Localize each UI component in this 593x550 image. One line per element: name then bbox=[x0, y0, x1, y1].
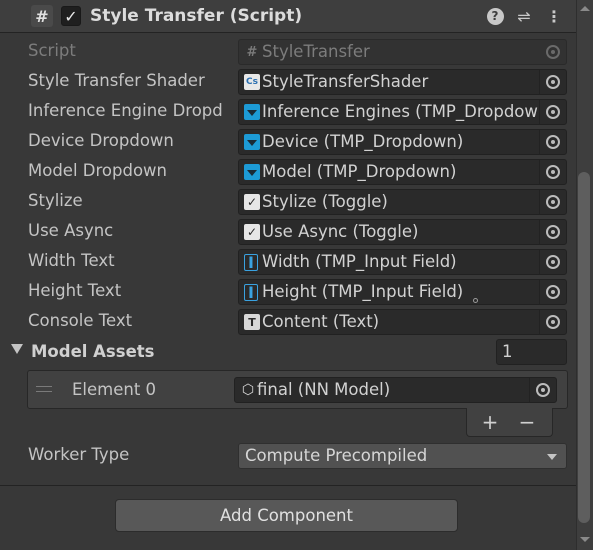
field-value: Use Async (Toggle) bbox=[262, 222, 419, 241]
add-component-button[interactable]: Add Component bbox=[115, 499, 458, 532]
field-value: Device (TMP_Dropdown) bbox=[262, 132, 464, 151]
field-label: Use Async bbox=[28, 221, 114, 240]
field-value: Height (TMP_Input Field) bbox=[262, 282, 464, 301]
element-label: Element 0 bbox=[72, 380, 157, 399]
field-label: Height Text bbox=[28, 281, 122, 300]
dropdown-icon bbox=[244, 104, 260, 120]
scrollbar-thumb[interactable] bbox=[578, 172, 590, 523]
use-async-row: Use Async ✓ Use Async (Toggle) bbox=[0, 218, 576, 246]
object-picker-icon[interactable] bbox=[539, 250, 566, 274]
drag-handle-icon[interactable] bbox=[36, 386, 52, 392]
object-picker-icon[interactable] bbox=[529, 378, 556, 402]
worker-type-label: Worker Type bbox=[28, 445, 130, 464]
object-picker-icon bbox=[539, 40, 566, 64]
object-picker-icon[interactable] bbox=[539, 310, 566, 334]
object-picker-icon[interactable] bbox=[539, 280, 566, 304]
model-assets-count-input[interactable]: 1 bbox=[496, 339, 567, 365]
object-picker-icon[interactable] bbox=[539, 220, 566, 244]
field-label: Style Transfer Shader bbox=[28, 71, 205, 90]
component-title[interactable]: Style Transfer (Script) bbox=[90, 6, 302, 26]
dropdown-icon bbox=[244, 164, 260, 180]
field-value: StyleTransferShader bbox=[262, 72, 429, 91]
field-label: Model Dropdown bbox=[28, 161, 168, 180]
field-value: Stylize (Toggle) bbox=[262, 192, 388, 211]
object-picker-icon[interactable] bbox=[539, 130, 566, 154]
object-picker-icon[interactable] bbox=[539, 70, 566, 94]
presets-icon[interactable]: ⇌ bbox=[513, 5, 535, 27]
script-icon: # bbox=[246, 44, 258, 60]
height-text-row: Height Text I Height (TMP_Input Field) bbox=[0, 278, 576, 306]
field-label: Stylize bbox=[28, 191, 83, 210]
compute-shader-icon: Cs bbox=[244, 74, 260, 90]
scroll-down-icon[interactable] bbox=[580, 537, 590, 542]
mouse-cursor-icon bbox=[473, 298, 478, 303]
field-label: Script bbox=[28, 41, 76, 60]
device-dropdown-row: Device Dropdown Device (TMP_Dropdown) bbox=[0, 128, 576, 156]
model-dropdown-field[interactable]: Model (TMP_Dropdown) bbox=[238, 159, 567, 185]
input-field-icon: I bbox=[244, 253, 258, 272]
object-picker-icon[interactable] bbox=[539, 190, 566, 214]
worker-type-value: Compute Precompiled bbox=[245, 446, 428, 465]
width-text-field[interactable]: I Width (TMP_Input Field) bbox=[238, 249, 567, 275]
worker-type-select[interactable]: Compute Precompiled bbox=[238, 443, 567, 469]
worker-type-row: Worker Type Compute Precompiled bbox=[0, 442, 576, 472]
input-field-icon: I bbox=[244, 283, 258, 302]
object-picker-icon[interactable] bbox=[539, 100, 566, 124]
console-text-row: Console Text T Content (Text) bbox=[0, 308, 576, 336]
model-dropdown-row: Model Dropdown Model (TMP_Dropdown) bbox=[0, 158, 576, 186]
element-0-field[interactable]: ⬡ final (NN Model) bbox=[234, 377, 557, 403]
model-assets-foldout[interactable]: Model Assets 1 bbox=[0, 339, 576, 367]
device-dropdown-field[interactable]: Device (TMP_Dropdown) bbox=[238, 129, 567, 155]
stylize-field[interactable]: ✓ Stylize (Toggle) bbox=[238, 189, 567, 215]
list-footer: + − bbox=[466, 408, 553, 437]
field-label: Width Text bbox=[28, 251, 115, 270]
field-label: Console Text bbox=[28, 311, 133, 330]
style-transfer-shader-field[interactable]: Cs StyleTransferShader bbox=[238, 69, 567, 95]
more-icon[interactable]: ⋮ bbox=[543, 5, 565, 27]
height-text-field[interactable]: I Height (TMP_Input Field) bbox=[238, 279, 567, 305]
script-row: Script # StyleTransfer bbox=[0, 38, 576, 66]
toggle-icon: ✓ bbox=[244, 224, 260, 240]
script-component-icon: # bbox=[31, 5, 53, 27]
add-element-button[interactable]: + bbox=[477, 410, 503, 434]
field-value: Content (Text) bbox=[262, 312, 380, 331]
model-assets-list: Element 0 ⬡ final (NN Model) bbox=[27, 370, 568, 409]
object-picker-icon[interactable] bbox=[539, 160, 566, 184]
field-label: Device Dropdown bbox=[28, 131, 174, 150]
width-text-row: Width Text I Width (TMP_Input Field) bbox=[0, 248, 576, 276]
field-label: Inference Engine Dropd bbox=[28, 101, 223, 120]
nn-model-icon: ⬡ bbox=[241, 382, 255, 398]
field-value: final (NN Model) bbox=[257, 380, 391, 399]
scroll-up-icon[interactable] bbox=[580, 6, 590, 11]
divider bbox=[0, 485, 576, 486]
remove-element-button[interactable]: − bbox=[514, 410, 540, 434]
field-value: Model (TMP_Dropdown) bbox=[262, 162, 457, 181]
field-value: Inference Engines (TMP_Dropdown) bbox=[262, 102, 538, 121]
component-header[interactable]: # ✓ Style Transfer (Script) ? ⇌ ⋮ bbox=[0, 0, 576, 33]
script-field: # StyleTransfer bbox=[238, 39, 567, 65]
toggle-icon: ✓ bbox=[244, 194, 260, 210]
style-transfer-shader-row: Style Transfer Shader Cs StyleTransferSh… bbox=[0, 68, 576, 96]
use-async-field[interactable]: ✓ Use Async (Toggle) bbox=[238, 219, 567, 245]
inference-engine-dropdown-field[interactable]: Inference Engines (TMP_Dropdown) bbox=[238, 99, 567, 125]
stylize-row: Stylize ✓ Stylize (Toggle) bbox=[0, 188, 576, 216]
component-enabled-checkbox[interactable]: ✓ bbox=[61, 6, 81, 26]
console-text-field[interactable]: T Content (Text) bbox=[238, 309, 567, 335]
field-value: Width (TMP_Input Field) bbox=[262, 252, 457, 271]
dropdown-icon bbox=[244, 134, 260, 150]
foldout-arrow-icon[interactable] bbox=[11, 344, 23, 354]
inference-engine-dropdown-row: Inference Engine Dropd Inference Engines… bbox=[0, 98, 576, 126]
field-value: StyleTransfer bbox=[262, 42, 370, 61]
text-icon: T bbox=[244, 314, 260, 330]
chevron-down-icon bbox=[547, 454, 557, 460]
model-assets-label: Model Assets bbox=[31, 342, 155, 361]
help-icon[interactable]: ? bbox=[484, 5, 506, 27]
